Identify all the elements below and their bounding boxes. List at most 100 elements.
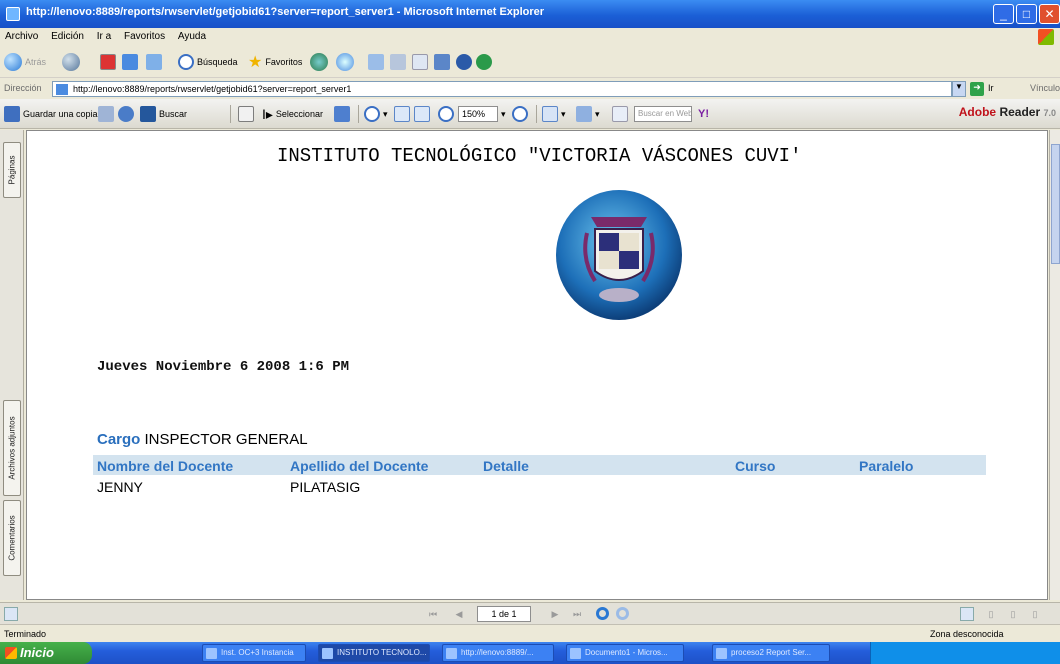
address-input[interactable]: http://lenovo:8889/reports/rwservlet/get…	[52, 81, 952, 97]
back-button[interactable]: Atrás	[4, 52, 46, 72]
menu-edicion[interactable]: Edición	[46, 28, 89, 45]
pdf-document-view[interactable]: INSTITUTO TECNOLÓGICO "VICTORIA VÁSCONES…	[26, 130, 1048, 600]
zoom-in-tool-button[interactable]: ▾	[364, 106, 388, 122]
next-view-button[interactable]	[616, 607, 629, 620]
refresh-button[interactable]	[122, 52, 138, 72]
go-label[interactable]: Ir	[988, 83, 994, 93]
forward-arrow-icon	[62, 53, 80, 71]
favorites-button[interactable]: ★ Favoritos	[248, 52, 302, 72]
tab-archivos-adjuntos[interactable]: Archivos adjuntos	[3, 400, 21, 496]
windows-logo-icon	[1038, 29, 1054, 45]
email-icon	[118, 106, 134, 122]
select-tool-button[interactable]: I▸ Seleccionar	[262, 106, 323, 122]
single-page-layout-icon[interactable]	[960, 607, 974, 621]
messenger-button[interactable]	[476, 52, 492, 72]
discuss-button[interactable]	[434, 52, 450, 72]
ie-icon	[6, 7, 20, 21]
zoom-level-select[interactable]: 150% ▾	[458, 106, 506, 122]
scrollbar-thumb[interactable]	[1051, 144, 1060, 264]
search-button[interactable]: Búsqueda	[178, 52, 238, 72]
zoom-out-icon	[438, 106, 454, 122]
start-button[interactable]: Inicio	[0, 642, 92, 664]
reader-brand: Adobe	[958, 105, 997, 119]
edit-button[interactable]	[412, 52, 428, 72]
close-button[interactable]: ✕	[1039, 4, 1060, 24]
page-layout-button[interactable]: ▾	[542, 106, 566, 122]
messenger-icon	[476, 54, 492, 70]
zoom-in-button[interactable]	[512, 106, 528, 122]
browser-window: http://lenovo:8889/reports/rwservlet/get…	[0, 0, 1060, 664]
actual-size-button[interactable]	[394, 106, 410, 122]
back-arrow-icon	[4, 53, 22, 71]
home-button[interactable]	[146, 52, 162, 72]
email-pdf-button[interactable]	[118, 106, 134, 122]
previous-page-button[interactable]: ◀	[452, 607, 466, 621]
menu-archivo[interactable]: Archivo	[0, 28, 43, 45]
taskbar-item-label: proceso2 Report Ser...	[731, 648, 812, 657]
reader-version: 7.0	[1043, 108, 1056, 118]
page-indicator[interactable]: 1 de 1	[477, 606, 531, 622]
snapshot-button[interactable]	[334, 106, 350, 122]
page-navigation-bar: ⏮ ◀ 1 de 1 ▶ ⏭ ▯ ▯ ▯	[0, 602, 1060, 624]
facing-layout-icon[interactable]: ▯	[1006, 607, 1020, 621]
navigation-panel-tabs: Páginas Archivos adjuntos Comentarios	[0, 130, 24, 600]
find-button[interactable]: Buscar	[140, 106, 187, 122]
go-arrow-icon[interactable]: ➜	[970, 82, 984, 96]
tab-archivos-adjuntos-label: Archivos adjuntos	[7, 416, 17, 480]
print-button[interactable]	[390, 52, 406, 72]
search-icon	[178, 54, 194, 70]
last-page-button[interactable]: ⏭	[570, 607, 584, 621]
save-copy-button[interactable]: Guardar una copia	[4, 106, 98, 122]
yahoo-search-button[interactable]: Y!	[698, 106, 709, 122]
select-label: Seleccionar	[275, 109, 323, 119]
find-label: Buscar	[159, 109, 188, 119]
rotate-button[interactable]: ▾	[576, 106, 600, 122]
continuous-facing-icon[interactable]: ▯	[1028, 607, 1042, 621]
taskbar-item-browser[interactable]: http://lenovo:8889/...	[442, 644, 554, 662]
tab-comentarios[interactable]: Comentarios	[3, 500, 21, 576]
zoom-out-button[interactable]	[438, 106, 454, 122]
fit-width-button[interactable]	[414, 106, 430, 122]
taskbar-item-instancia[interactable]: Inst. OC+3 Instancia	[202, 644, 306, 662]
discuss-icon	[434, 54, 450, 70]
adobe-reader-toolbar: Guardar una copia Buscar I▸ Seleccionar …	[0, 99, 1060, 129]
taskbar-item-report-server[interactable]: proceso2 Report Ser...	[712, 644, 830, 662]
vertical-scrollbar[interactable]	[1049, 130, 1060, 600]
fit-width-icon	[414, 106, 430, 122]
taskbar-item-documento[interactable]: Documento1 - Micros...	[566, 644, 684, 662]
page-thumbnail-icon[interactable]	[4, 607, 18, 621]
continuous-layout-icon[interactable]: ▯	[984, 607, 998, 621]
ie-icon	[322, 648, 333, 659]
column-header-detalle: Detalle	[483, 458, 529, 474]
research-button[interactable]	[456, 52, 472, 72]
mail-button[interactable]	[368, 52, 384, 72]
hand-icon	[238, 106, 254, 122]
minimize-button[interactable]: _	[993, 4, 1014, 24]
forward-button[interactable]	[62, 52, 80, 72]
cargo-value: INSPECTOR GENERAL	[144, 431, 308, 448]
windows-taskbar: Inicio Inst. OC+3 Instancia INSTITUTO TE…	[0, 642, 1060, 664]
links-label[interactable]: Vínculos	[1030, 83, 1060, 93]
column-header-curso: Curso	[735, 458, 776, 474]
toolbar-divider	[536, 105, 537, 123]
history-button[interactable]	[336, 52, 354, 72]
menu-favoritos[interactable]: Favoritos	[119, 28, 170, 45]
menu-ayuda[interactable]: Ayuda	[173, 28, 211, 45]
address-dropdown-button[interactable]: ▼	[952, 81, 966, 97]
print-pdf-button[interactable]	[98, 106, 114, 122]
stop-button[interactable]	[100, 52, 116, 72]
maximize-button[interactable]: □	[1016, 4, 1037, 24]
cargo-line: Cargo INSPECTOR GENERAL	[97, 431, 308, 448]
previous-view-button[interactable]	[596, 607, 609, 620]
hand-tool-button[interactable]	[238, 106, 254, 122]
refresh-icon	[122, 54, 138, 70]
tab-paginas[interactable]: Páginas	[3, 142, 21, 198]
first-page-button[interactable]: ⏮	[426, 607, 440, 621]
media-button[interactable]	[310, 52, 328, 72]
next-page-button[interactable]: ▶	[548, 607, 562, 621]
taskbar-item-instituto[interactable]: INSTITUTO TECNOLO...	[318, 644, 430, 662]
home-icon	[146, 54, 162, 70]
menu-ir-a[interactable]: Ir a	[92, 28, 116, 45]
search-web-field[interactable]: Buscar en Web	[634, 106, 692, 122]
document-button[interactable]	[612, 106, 628, 122]
